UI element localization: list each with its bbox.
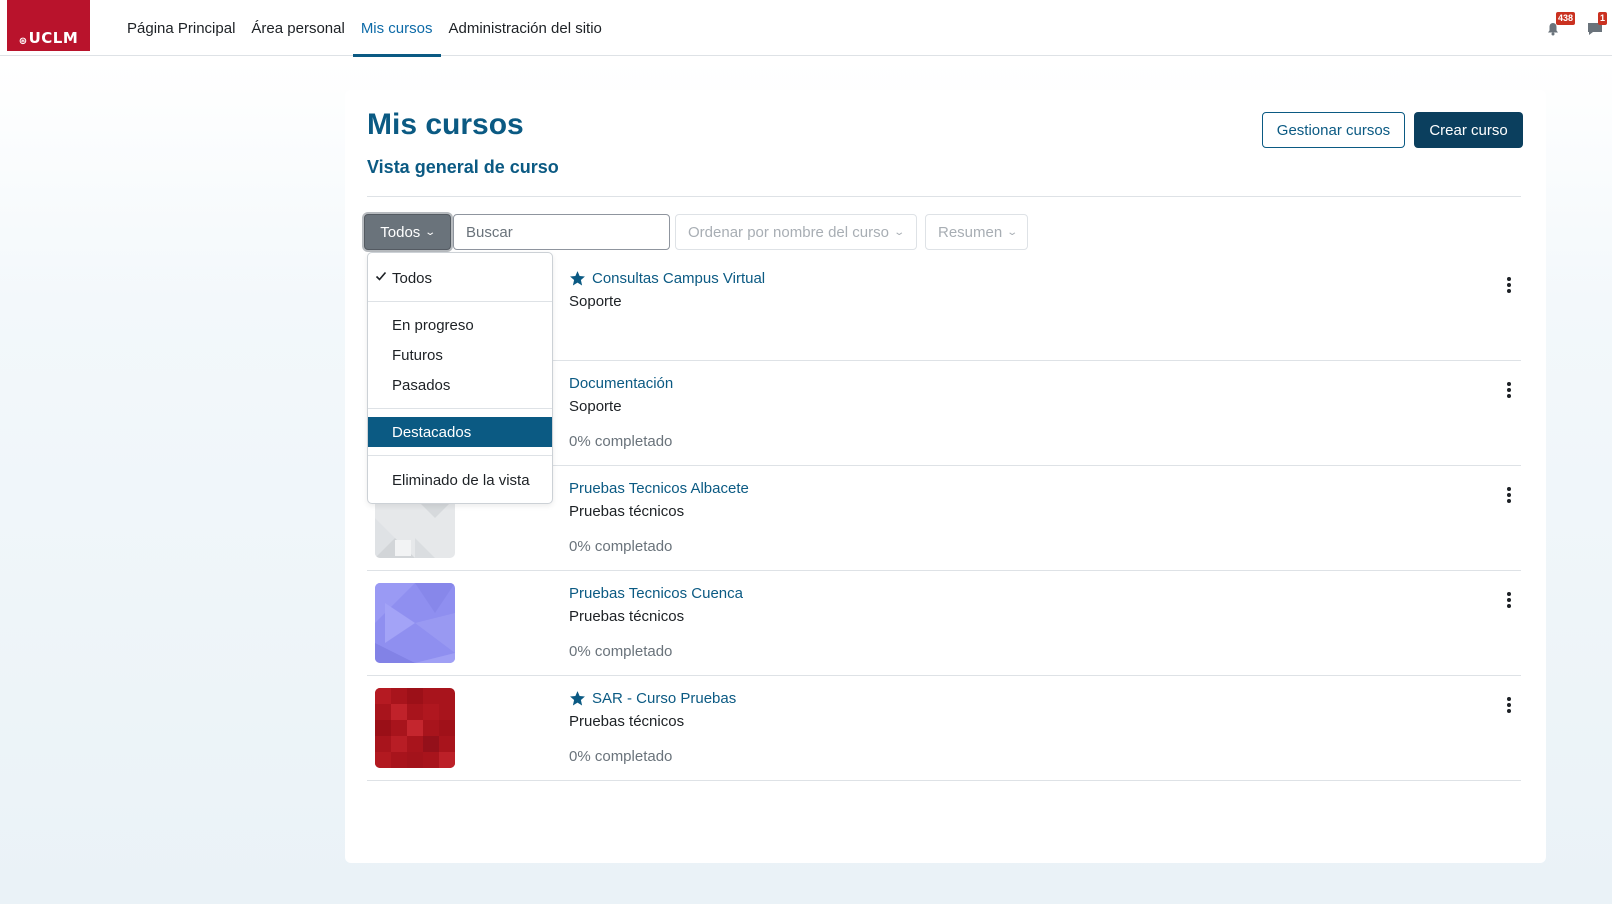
navbar-icons: 438 1 [1532,10,1612,40]
course-actions-menu-icon[interactable] [1503,589,1515,611]
course-item: Pruebas Tecnicos Cuenca Pruebas técnicos… [367,571,1521,676]
course-thumbnail[interactable] [375,688,455,768]
course-actions-menu-icon[interactable] [1503,484,1515,506]
course-progress: 0% completado [569,433,673,450]
chevron-down-icon: ⌄ [424,226,437,238]
course-name: Pruebas Tecnicos Albacete [569,480,749,497]
filter-option-all[interactable]: Todos [368,263,552,293]
filter-label: Todos [380,223,421,241]
menu-divider [368,455,552,456]
search-placeholder: Buscar [466,223,513,241]
course-name: Consultas Campus Virtual [592,270,766,287]
create-course-button[interactable]: Crear curso [1414,112,1523,148]
view-dropdown-button[interactable]: Resumen ⌄ [925,214,1028,250]
course-link[interactable]: Documentación [569,375,673,392]
messages-badge: 1 [1598,12,1608,25]
view-label: Resumen [938,223,1003,241]
course-category: Pruebas técnicos [569,503,685,520]
page-title: Mis cursos [367,108,524,141]
uclm-logo[interactable]: ⊛ UCLM [7,0,90,51]
filter-option-hidden[interactable]: Eliminado de la vista [368,465,552,495]
logo-text: UCLM [28,29,79,47]
notifications-badge: 438 [1556,12,1576,25]
course-category: Pruebas técnicos [569,608,685,625]
top-navbar: ⊛ UCLM Página Principal Área personal Mis… [0,0,1612,57]
divider [367,196,1521,197]
filter-option-past[interactable]: Pasados [368,370,552,400]
course-progress: 0% completado [569,643,673,660]
sort-dropdown-button[interactable]: Ordenar por nombre del curso ⌄ [675,214,917,250]
main-nav: Página Principal Área personal Mis curso… [119,0,610,57]
nav-item-dashboard[interactable]: Área personal [243,0,352,56]
logo-mark-icon: ⊛ [18,36,28,47]
nav-item-my-courses[interactable]: Mis cursos [352,0,441,57]
filter-option-future[interactable]: Futuros [368,340,552,370]
filter-option-starred[interactable]: Destacados [368,417,552,447]
menu-divider [368,301,552,302]
nav-item-site-admin[interactable]: Administración del sitio [441,0,610,56]
course-category: Soporte [569,398,622,415]
course-name: SAR - Curso Pruebas [592,690,737,707]
chevron-down-icon: ⌄ [893,226,906,238]
sort-label: Ordenar por nombre del curso [688,223,889,241]
course-actions-menu-icon[interactable] [1503,274,1515,296]
course-link[interactable]: Consultas Campus Virtual [569,270,765,287]
filter-dropdown-menu: Todos En progreso Futuros Pasados Destac… [367,252,553,504]
filter-dropdown-button[interactable]: Todos ⌄ [364,214,451,250]
course-item: SAR - Curso Pruebas Pruebas técnicos 0% … [367,676,1521,781]
filter-option-label: Todos [392,269,433,287]
course-link[interactable]: Pruebas Tecnicos Albacete [569,480,749,497]
chevron-down-icon: ⌄ [1006,226,1019,238]
filter-option-in-progress[interactable]: En progreso [368,310,552,340]
nav-item-home[interactable]: Página Principal [119,0,243,56]
manage-courses-button[interactable]: Gestionar cursos [1262,112,1405,148]
check-icon [375,271,387,281]
course-actions-menu-icon[interactable] [1503,379,1515,401]
course-name: Documentación [569,375,674,392]
search-input[interactable]: Buscar [453,214,670,250]
star-icon [570,691,585,706]
star-icon [570,271,585,286]
course-category: Pruebas técnicos [569,713,685,730]
course-link[interactable]: SAR - Curso Pruebas [569,690,736,707]
menu-divider [368,408,552,409]
course-actions-menu-icon[interactable] [1503,694,1515,716]
course-link[interactable]: Pruebas Tecnicos Cuenca [569,585,743,602]
course-name: Pruebas Tecnicos Cuenca [569,585,743,602]
section-subtitle: Vista general de curso [367,157,559,177]
course-thumbnail[interactable] [375,583,455,663]
course-progress: 0% completado [569,748,673,765]
course-category: Soporte [569,293,622,310]
course-progress: 0% completado [569,538,673,555]
